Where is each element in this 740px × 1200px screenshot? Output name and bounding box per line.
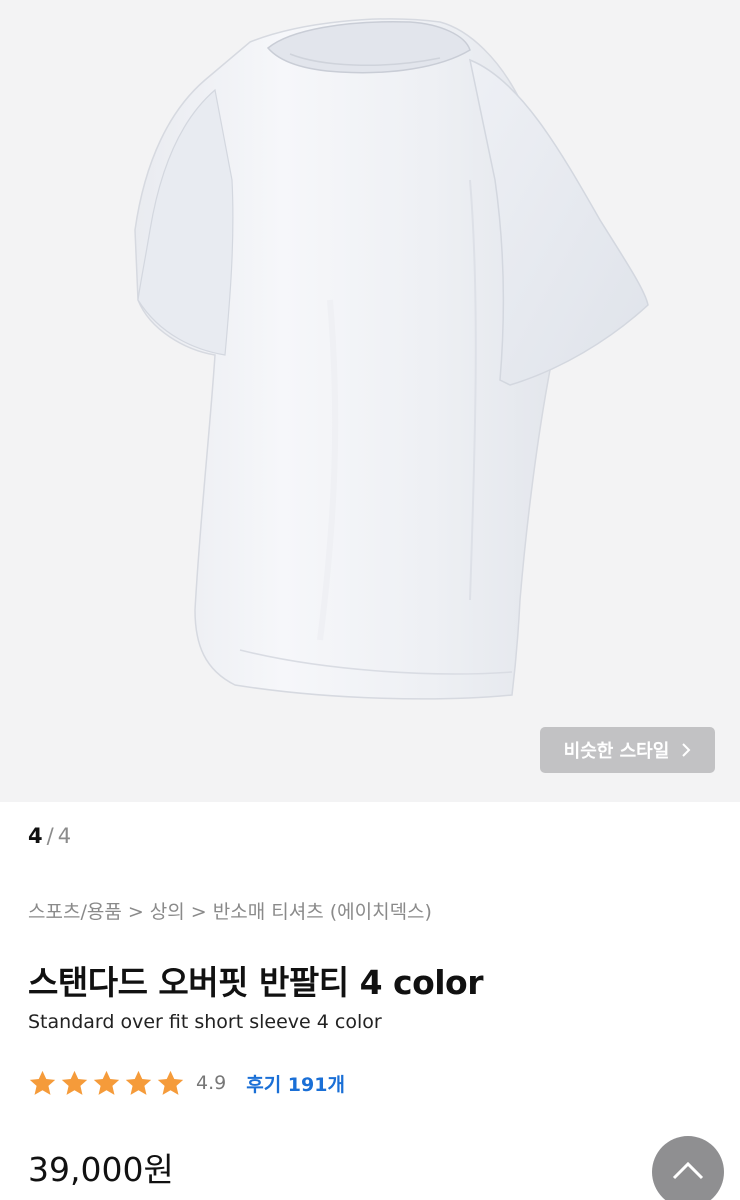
star-icon (29, 1070, 56, 1095)
product-image (134, 18, 649, 700)
rating-row: 4.9 후기 191개 (28, 1066, 345, 1100)
pager-total: 4 (57, 824, 72, 848)
product-price: 39,000원 (28, 1150, 174, 1189)
rating-score: 4.9 (196, 1072, 227, 1094)
chevron-right-icon (682, 743, 691, 757)
star-icon (93, 1070, 120, 1095)
similar-style-button[interactable]: 비슷한 스타일 (540, 727, 715, 773)
similar-style-label: 비슷한 스타일 (563, 741, 670, 762)
rating-stars (28, 1069, 188, 1098)
product-subtitle: Standard over fit short sleeve 4 color (28, 1011, 382, 1033)
star-icon (157, 1070, 184, 1095)
star-icon (61, 1070, 88, 1095)
image-pager: 4/4 (28, 824, 71, 848)
pager-current: 4 (28, 824, 43, 848)
category-breadcrumb[interactable]: 스포츠/용품 > 상의 > 반소매 티셔츠 (에이치덱스) (28, 897, 432, 924)
chevron-up-icon (672, 1161, 704, 1180)
scroll-to-top-button[interactable] (652, 1136, 724, 1200)
product-image-gallery[interactable]: 비슷한 스타일 (0, 0, 740, 802)
product-page: 비슷한 스타일 4/4 스포츠/용품 > 상의 > 반소매 티셔츠 (에이치덱스… (0, 0, 740, 1200)
pager-separator: / (46, 824, 54, 848)
product-title: 스탠다드 오버핏 반팔티 4 color (28, 963, 484, 1002)
reviews-link[interactable]: 후기 191개 (246, 1070, 345, 1097)
star-icon (125, 1070, 152, 1095)
